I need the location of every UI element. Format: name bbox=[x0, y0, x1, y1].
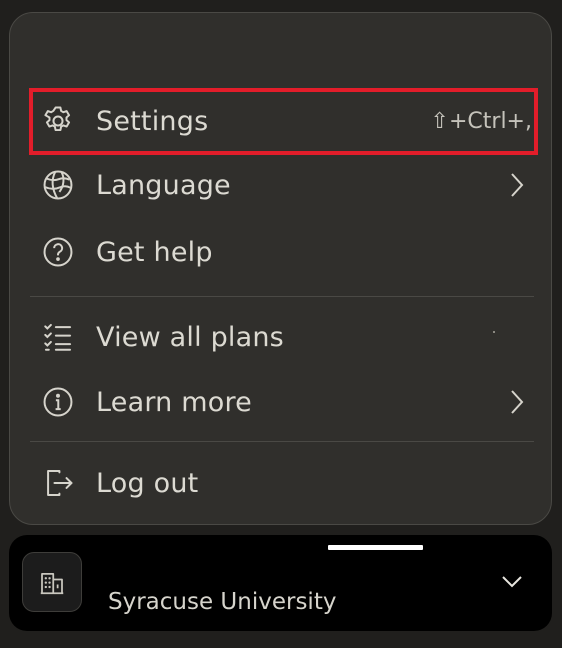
menu-item-settings[interactable]: Settings ⇧+Ctrl+, bbox=[30, 91, 538, 151]
globe-icon bbox=[40, 167, 76, 203]
logout-icon bbox=[40, 465, 76, 501]
organization-name: Syracuse University bbox=[108, 589, 337, 615]
keyboard-shortcut: ⇧+Ctrl+, bbox=[430, 108, 532, 134]
account-menu-panel: Settings ⇧+Ctrl+, Language Get help View… bbox=[9, 12, 552, 525]
stray-dot bbox=[493, 331, 495, 333]
menu-divider bbox=[30, 296, 534, 297]
chevron-right-icon bbox=[511, 390, 524, 414]
help-circle-icon bbox=[40, 234, 76, 270]
chevron-right-icon bbox=[511, 173, 524, 197]
account-menu-screen: Settings ⇧+Ctrl+, Language Get help View… bbox=[0, 0, 562, 648]
menu-item-label: Settings bbox=[96, 105, 209, 137]
menu-item-learn-more[interactable]: Learn more bbox=[30, 372, 538, 432]
menu-item-label: Learn more bbox=[96, 386, 252, 418]
gear-icon bbox=[40, 103, 76, 139]
info-circle-icon bbox=[40, 384, 76, 420]
menu-item-label: Log out bbox=[96, 467, 199, 499]
building-icon bbox=[22, 552, 82, 612]
menu-item-view-all-plans[interactable]: View all plans bbox=[30, 307, 538, 367]
menu-divider bbox=[30, 441, 534, 442]
menu-item-language[interactable]: Language bbox=[30, 155, 538, 215]
menu-item-get-help[interactable]: Get help bbox=[30, 222, 538, 282]
menu-item-label: Get help bbox=[96, 236, 213, 268]
drag-handle[interactable] bbox=[328, 545, 423, 550]
menu-item-label: Language bbox=[96, 169, 231, 201]
organization-switcher[interactable]: Syracuse University bbox=[9, 535, 552, 631]
chevron-down-icon[interactable] bbox=[500, 572, 524, 592]
menu-item-log-out[interactable]: Log out bbox=[30, 453, 538, 513]
checklist-icon bbox=[40, 319, 76, 355]
menu-item-label: View all plans bbox=[96, 321, 284, 353]
